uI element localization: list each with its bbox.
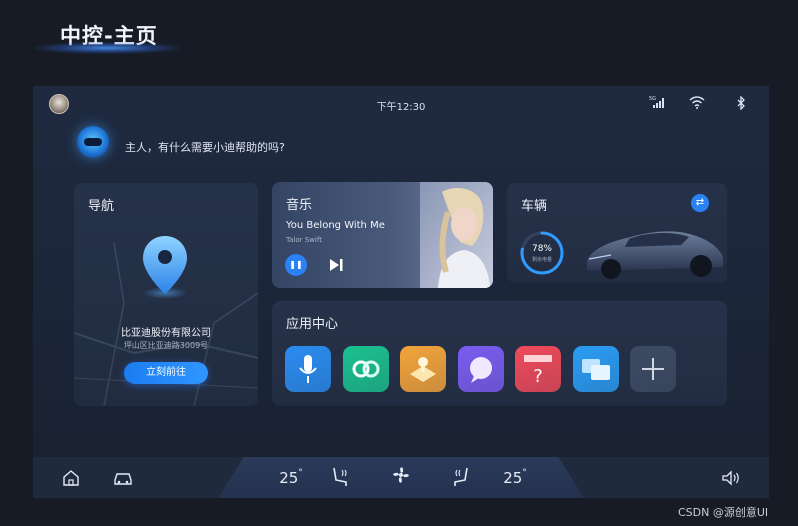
vehicle-title: 车辆 <box>521 199 548 214</box>
app-tile-help-card[interactable]: ? <box>515 346 561 392</box>
signal-icon: 5G <box>649 95 665 112</box>
link-icon <box>352 360 379 378</box>
passenger-seat-heat-icon[interactable] <box>451 466 471 488</box>
volume-icon[interactable] <box>721 470 741 486</box>
plus-icon <box>642 358 664 380</box>
app-center-title: 应用中心 <box>286 317 339 332</box>
wifi-icon <box>689 96 705 112</box>
navigation-title: 导航 <box>88 199 115 214</box>
bluetooth-icon <box>736 95 746 113</box>
driver-seat-heat-icon[interactable] <box>330 466 350 488</box>
page-heading-glow <box>35 42 180 54</box>
watermark: CSDN @源创意UI <box>678 506 769 519</box>
chat-icon <box>469 357 492 383</box>
fan-icon[interactable] <box>390 464 412 486</box>
signal-label: 5G <box>649 96 656 102</box>
app-tile-microphone[interactable] <box>285 346 331 392</box>
home-icon[interactable] <box>62 469 80 487</box>
svg-text:?: ? <box>533 366 543 387</box>
battery-label: 剩余电量 <box>531 257 552 263</box>
app-center-card: 应用中心 ? <box>272 301 727 406</box>
switch-vehicle-button[interactable]: ⇄ <box>691 194 709 212</box>
next-track-icon[interactable] <box>327 256 345 274</box>
temperature-left-value: 25 <box>279 469 299 487</box>
temperature-right-value: 25 <box>503 469 523 487</box>
app-tile-plus[interactable] <box>630 346 676 392</box>
assistant-greeting: 主人，有什么需要小迪帮助的吗? <box>125 141 285 154</box>
song-title: You Belong With Me <box>286 220 385 231</box>
degree-symbol-right: ° <box>522 468 527 478</box>
degree-symbol-left: ° <box>298 468 303 478</box>
poi-address: 坪山区比亚迪路3009号 <box>123 341 209 350</box>
navigation-card[interactable]: 导航 比亚迪股份有限公司 坪山区比亚迪路3009号 立刻前往 <box>74 183 258 406</box>
app-tile-chat[interactable] <box>457 346 504 392</box>
music-title: 音乐 <box>286 198 313 213</box>
app-tile-screen-cast[interactable] <box>572 346 619 392</box>
music-card[interactable]: 音乐 You Belong With Me Talor Swift ❚❚ <box>272 182 493 288</box>
pause-button[interactable]: ❚❚ <box>285 254 307 276</box>
vehicle-card[interactable]: 车辆 ⇄ 78% 剩余电量 <box>507 183 727 283</box>
temperature-left[interactable]: 25° <box>271 458 311 498</box>
help-card-icon: ? <box>524 355 552 387</box>
microphone-icon <box>299 355 317 383</box>
navigate-now-button[interactable]: 立刻前往 <box>124 362 208 384</box>
poi-name: 比亚迪股份有限公司 <box>121 328 211 339</box>
head-unit-screen: 下午12:30 5G 主人，有什么需要小迪帮助的吗? 导航 比亚迪股份有限公司 … <box>33 86 769 498</box>
location-pin-icon <box>143 236 187 294</box>
car-icon[interactable] <box>113 470 133 486</box>
temperature-right[interactable]: 25° <box>495 458 535 498</box>
assistant-avatar-icon[interactable] <box>77 126 109 158</box>
song-artist: Talor Swift <box>286 236 322 244</box>
app-tile-link[interactable] <box>342 346 389 392</box>
battery-percent: 78% <box>531 244 552 254</box>
screen-cast-icon <box>581 359 610 380</box>
game-icon <box>410 357 436 382</box>
car-image <box>587 231 723 279</box>
app-tile-game[interactable] <box>400 346 446 392</box>
album-art-image <box>420 182 493 288</box>
